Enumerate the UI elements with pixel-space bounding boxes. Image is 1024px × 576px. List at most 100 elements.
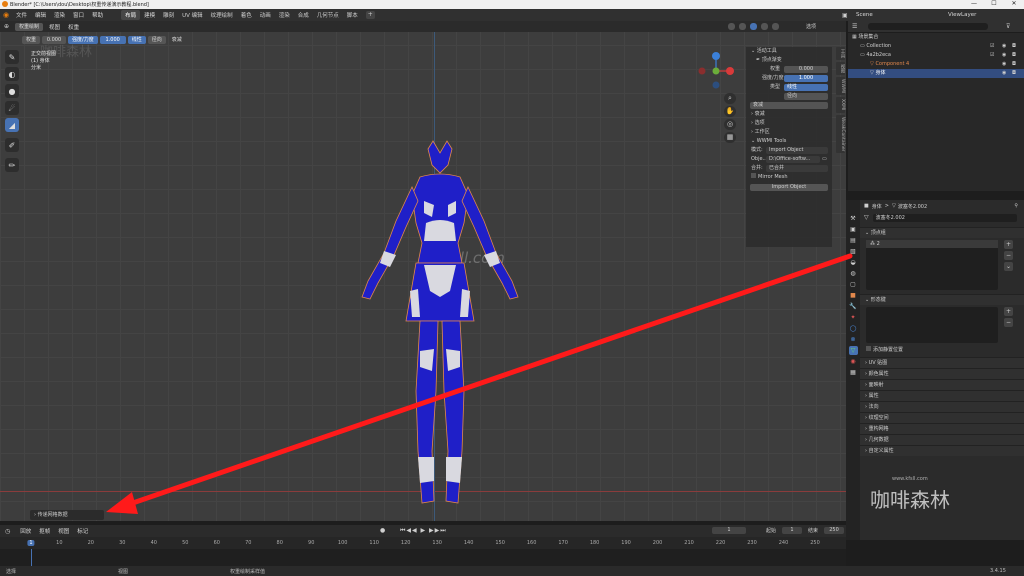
outliner-row-4a2b2eca[interactable]: ▭ 4a2b2eca ☑ ◉ ◘: [848, 51, 1024, 60]
menu-edit[interactable]: 编辑: [31, 11, 50, 19]
mesh-name-field[interactable]: 波塞冬2.002: [872, 213, 1017, 222]
falloff-radial-button[interactable]: 径向: [147, 36, 166, 44]
workspace-tab-layout[interactable]: 布局: [121, 10, 141, 20]
wwmi-tools-header[interactable]: ⌄ WWMI Tools: [746, 137, 832, 146]
material-shading-icon[interactable]: [760, 23, 768, 30]
start-frame-field[interactable]: 1: [782, 527, 802, 534]
add-shape-key-button[interactable]: +: [1004, 307, 1013, 316]
menu-window[interactable]: 窗口: [69, 11, 88, 19]
visibility-eye-icon[interactable]: ◉: [1002, 42, 1006, 51]
current-frame-field[interactable]: 1: [712, 527, 746, 534]
workspace-tab-scripting[interactable]: 脚本: [343, 10, 362, 20]
mirror-mesh-checkbox[interactable]: [751, 173, 756, 178]
xray-icon[interactable]: [728, 23, 735, 30]
workspace-tab-uv[interactable]: UV 编辑: [178, 10, 207, 20]
add-workspace-icon[interactable]: +: [365, 11, 375, 19]
end-frame-field[interactable]: 250: [824, 527, 844, 534]
section-remesh[interactable]: › 重构网格: [860, 423, 1024, 434]
annotate-icon[interactable]: ✏: [5, 158, 19, 172]
menu-file[interactable]: 文件: [12, 11, 31, 19]
exclude-checkbox-icon[interactable]: ☑: [990, 51, 994, 60]
output-tab-icon[interactable]: ▤: [849, 236, 858, 245]
collection-tab-icon[interactable]: ▢: [849, 280, 858, 289]
wwmi-object-path[interactable]: D:\Office-softw...: [766, 156, 820, 163]
falloff-linear-button[interactable]: 线性: [127, 36, 146, 44]
workspace-tab-geometry-nodes[interactable]: 几何节点: [313, 10, 343, 20]
average-brush-icon[interactable]: ●: [5, 84, 19, 98]
physics-tab-icon[interactable]: ◯: [849, 324, 858, 333]
outliner-editor-icon[interactable]: ☰: [852, 23, 857, 30]
wwmi-mode-dropdown[interactable]: Import Object: [766, 147, 828, 154]
section-attributes[interactable]: › 属性: [860, 390, 1024, 401]
timeline-playback-menu[interactable]: 回放: [16, 527, 35, 535]
blur-brush-icon[interactable]: ◐: [5, 67, 19, 81]
np-section-options[interactable]: › 选项: [746, 119, 832, 128]
record-icon[interactable]: ●: [380, 527, 385, 534]
draw-brush-icon[interactable]: ✎: [5, 50, 19, 64]
workspace-tab-rendering[interactable]: 渲染: [275, 10, 294, 20]
smear-brush-icon[interactable]: ☄: [5, 101, 19, 115]
section-face-maps[interactable]: › 面映射: [860, 379, 1024, 390]
visibility-eye-icon[interactable]: ◉: [1002, 60, 1006, 69]
relative-shape-key-row[interactable]: 添加静置位置: [866, 346, 903, 353]
workspace-tab-animation[interactable]: 动画: [256, 10, 275, 20]
grid-view-icon[interactable]: ▦: [724, 132, 736, 143]
maximize-button[interactable]: ☐: [984, 0, 1004, 7]
gradient-tool-icon[interactable]: ◢: [5, 118, 19, 132]
viewport-weights-menu[interactable]: 权重: [64, 23, 83, 31]
sample-weight-icon[interactable]: ✐: [5, 138, 19, 152]
material-tab-icon[interactable]: ◉: [849, 357, 858, 366]
section-color-attributes[interactable]: › 颜色属性: [860, 368, 1024, 379]
remove-vertex-group-button[interactable]: −: [1004, 251, 1013, 260]
mesh-data-tab-icon[interactable]: ▽: [848, 346, 858, 355]
render-camera-icon[interactable]: ◘: [1012, 42, 1016, 51]
import-object-button[interactable]: Import Object: [750, 184, 828, 191]
strength-field[interactable]: 1.000: [99, 36, 126, 44]
rest-position-checkbox[interactable]: [866, 346, 871, 351]
modifier-tab-icon[interactable]: 🔧: [849, 302, 858, 311]
remove-shape-key-button[interactable]: −: [1004, 318, 1013, 327]
vertex-group-list[interactable]: ⁂ 2: [866, 240, 998, 290]
particles-tab-icon[interactable]: ✦: [849, 313, 858, 322]
outliner-row-component-4[interactable]: ▽ Component 4 ◉ ◘: [848, 60, 1024, 69]
np-section-workspace[interactable]: › 工作区: [746, 128, 832, 137]
vertex-group-item[interactable]: ⁂ 2: [866, 240, 998, 248]
section-geometry-data[interactable]: › 几何数据: [860, 434, 1024, 445]
shape-keys-header[interactable]: ⌄ 形态键: [860, 294, 1024, 305]
np-strength-field[interactable]: 1.000: [784, 75, 828, 82]
render-tab-icon[interactable]: ▣: [849, 225, 858, 234]
world-tab-icon[interactable]: ◍: [849, 269, 858, 278]
pin-icon[interactable]: ⚲: [1014, 203, 1018, 209]
workspace-tab-shading[interactable]: 着色: [237, 10, 256, 20]
np-type-radial[interactable]: 径向: [784, 93, 828, 100]
timeline-keying-menu[interactable]: 抠帧: [35, 527, 54, 535]
zoom-icon[interactable]: ⌕: [724, 93, 736, 104]
viewport-view-menu[interactable]: 视图: [45, 23, 64, 31]
view-layer-tab-icon[interactable]: ▧: [849, 247, 858, 256]
timeline-marker-menu[interactable]: 标记: [73, 527, 92, 535]
add-vertex-group-button[interactable]: +: [1004, 240, 1013, 249]
timeline-body[interactable]: [0, 549, 846, 566]
rendered-shading-icon[interactable]: [771, 23, 779, 30]
last-operation-panel[interactable]: › 传递网格数据: [30, 510, 104, 520]
clock-icon[interactable]: ◷: [5, 528, 10, 535]
vertex-groups-header[interactable]: ⌄ 顶点组: [860, 227, 1024, 238]
scene-name[interactable]: Scene: [852, 12, 877, 18]
menu-render[interactable]: 渲染: [50, 11, 69, 19]
tab-weak-container[interactable]: WeakContainer: [836, 114, 845, 153]
texture-tab-icon[interactable]: ▦: [849, 368, 858, 377]
mode-selector[interactable]: 权重绘制: [15, 22, 44, 31]
exclude-checkbox-icon[interactable]: ☑: [990, 42, 994, 51]
editor-type-icon[interactable]: ⊕: [4, 23, 9, 30]
close-button[interactable]: ✕: [1004, 0, 1024, 7]
filter-icon[interactable]: ⊽: [1006, 23, 1010, 30]
tab-xxmi[interactable]: XXMI: [836, 97, 845, 113]
tab-wwmi[interactable]: WWMI: [836, 77, 845, 96]
render-camera-icon[interactable]: ◘: [1012, 69, 1016, 78]
timeline-view-menu[interactable]: 视图: [54, 527, 73, 535]
section-uv-maps[interactable]: › UV 贴图: [860, 357, 1024, 368]
tab-tool[interactable]: 工具: [836, 47, 845, 60]
tool-tab-icon[interactable]: ⚒: [849, 214, 858, 223]
minimize-button[interactable]: —: [964, 0, 984, 7]
vertex-group-menu-button[interactable]: ⌄: [1004, 262, 1013, 271]
